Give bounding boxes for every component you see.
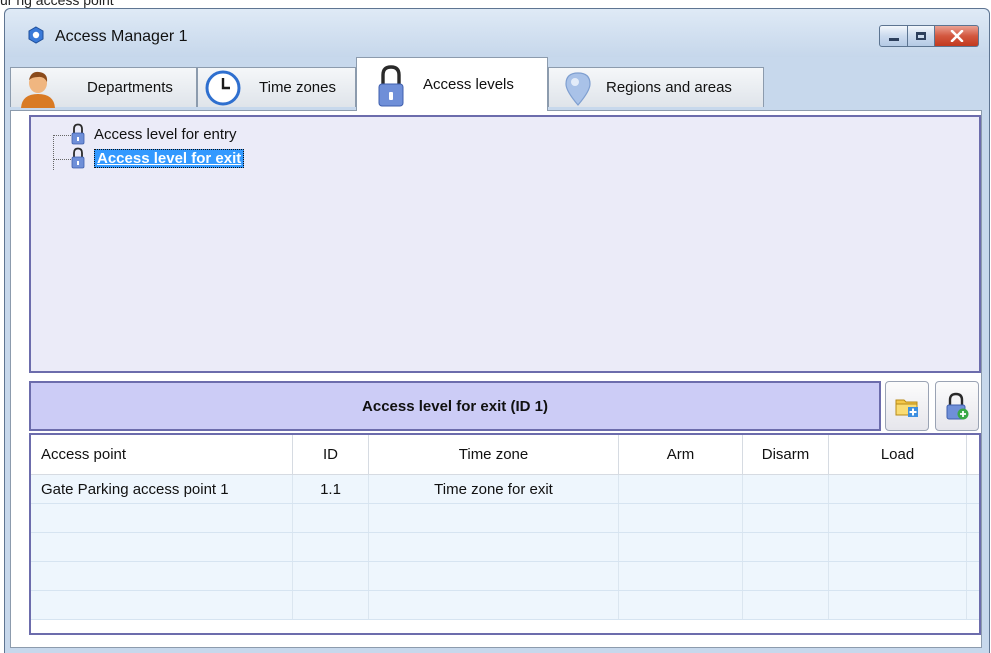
cell-load	[829, 562, 967, 590]
cell-id	[293, 562, 369, 590]
tab-label: Access levels	[423, 76, 514, 93]
lock-icon	[378, 65, 404, 107]
title-bar[interactable]: Access Manager 1	[5, 9, 989, 57]
tree-connector	[53, 135, 71, 136]
table-row[interactable]	[31, 533, 979, 562]
top-caption-fragment: ur ng access point	[0, 0, 114, 8]
selected-access-level-header: Access level for exit (ID 1)	[29, 381, 881, 431]
app-logo-icon	[28, 26, 44, 44]
table-header: Access point ID Time zone Arm Disarm Loa…	[31, 435, 979, 475]
window-controls	[879, 25, 979, 47]
tree-connector	[53, 159, 71, 160]
lock-icon	[71, 147, 85, 169]
tab-regions-and-areas[interactable]: Regions and areas	[548, 67, 764, 107]
cell-disarm[interactable]	[743, 475, 829, 503]
tab-departments[interactable]: Departments	[10, 67, 197, 108]
maximize-button[interactable]	[908, 25, 935, 47]
tab-label: Departments	[87, 79, 173, 96]
column-header-access-point[interactable]: Access point	[31, 435, 293, 474]
clock-icon	[205, 70, 241, 106]
access-level-tree[interactable]: Access level for entry Access level for …	[29, 115, 981, 373]
cell-time-zone	[369, 504, 619, 532]
cell-id	[293, 504, 369, 532]
cell-disarm	[743, 533, 829, 561]
column-header-disarm[interactable]: Disarm	[743, 435, 829, 474]
access-manager-window: Access Manager 1 Departments Time zones …	[4, 8, 990, 653]
cell-load	[829, 504, 967, 532]
column-header-id[interactable]: ID	[293, 435, 369, 474]
minimize-button[interactable]	[879, 25, 908, 47]
cell-time-zone	[369, 533, 619, 561]
folder-add-icon	[895, 399, 918, 417]
window-title: Access Manager 1	[55, 28, 188, 45]
tab-access-levels[interactable]: Access levels	[356, 57, 548, 111]
lock-icon	[71, 123, 85, 145]
column-header-time-zone[interactable]: Time zone	[369, 435, 619, 474]
access-points-table: Access point ID Time zone Arm Disarm Loa…	[29, 433, 981, 635]
column-header-load[interactable]: Load	[829, 435, 967, 474]
cell-arm	[619, 533, 743, 561]
table-row[interactable]	[31, 562, 979, 591]
cell-access-point: Gate Parking access point 1	[31, 475, 293, 503]
cell-id: 1.1	[293, 475, 369, 503]
cell-arm	[619, 562, 743, 590]
person-icon	[21, 71, 55, 108]
cell-load	[829, 533, 967, 561]
cell-disarm	[743, 562, 829, 590]
tab-time-zones[interactable]: Time zones	[197, 67, 356, 107]
cell-time-zone[interactable]: Time zone for exit	[369, 475, 619, 503]
close-icon	[950, 30, 963, 42]
cell-time-zone	[369, 562, 619, 590]
cell-id	[293, 591, 369, 619]
table-row[interactable]	[31, 591, 979, 620]
column-header-arm[interactable]: Arm	[619, 435, 743, 474]
tab-label: Regions and areas	[606, 79, 732, 96]
table-row[interactable]	[31, 504, 979, 533]
cell-access-point	[31, 504, 293, 532]
access-levels-panel: Access level for entry Access level for …	[10, 110, 982, 648]
tab-label: Time zones	[259, 79, 336, 96]
add-access-level-button[interactable]	[935, 381, 979, 431]
cell-access-point	[31, 562, 293, 590]
add-access-point-button[interactable]	[885, 381, 929, 431]
tree-item-label: Access level for entry	[94, 125, 237, 143]
table-row[interactable]: Gate Parking access point 1 1.1 Time zon…	[31, 475, 979, 504]
tree-item-access-level-exit[interactable]: Access level for exit	[71, 147, 245, 169]
cell-arm	[619, 591, 743, 619]
cell-load[interactable]	[829, 475, 967, 503]
cell-load	[829, 591, 967, 619]
cell-access-point	[31, 591, 293, 619]
tree-item-label-selected: Access level for exit	[94, 148, 245, 168]
maximize-icon	[916, 32, 926, 40]
map-pin-icon	[565, 72, 591, 106]
cell-access-point	[31, 533, 293, 561]
tree-item-access-level-entry[interactable]: Access level for entry	[71, 123, 237, 145]
cell-arm[interactable]	[619, 475, 743, 503]
section-title: Access level for exit (ID 1)	[362, 397, 548, 415]
tab-strip: Departments Time zones Access levels Reg…	[10, 57, 770, 111]
cell-id	[293, 533, 369, 561]
cell-disarm	[743, 591, 829, 619]
close-button[interactable]	[935, 25, 979, 47]
minimize-icon	[888, 37, 899, 41]
lock-add-icon	[946, 392, 969, 420]
cell-arm	[619, 504, 743, 532]
tree-connector	[53, 135, 54, 170]
cell-disarm	[743, 504, 829, 532]
cell-time-zone	[369, 591, 619, 619]
